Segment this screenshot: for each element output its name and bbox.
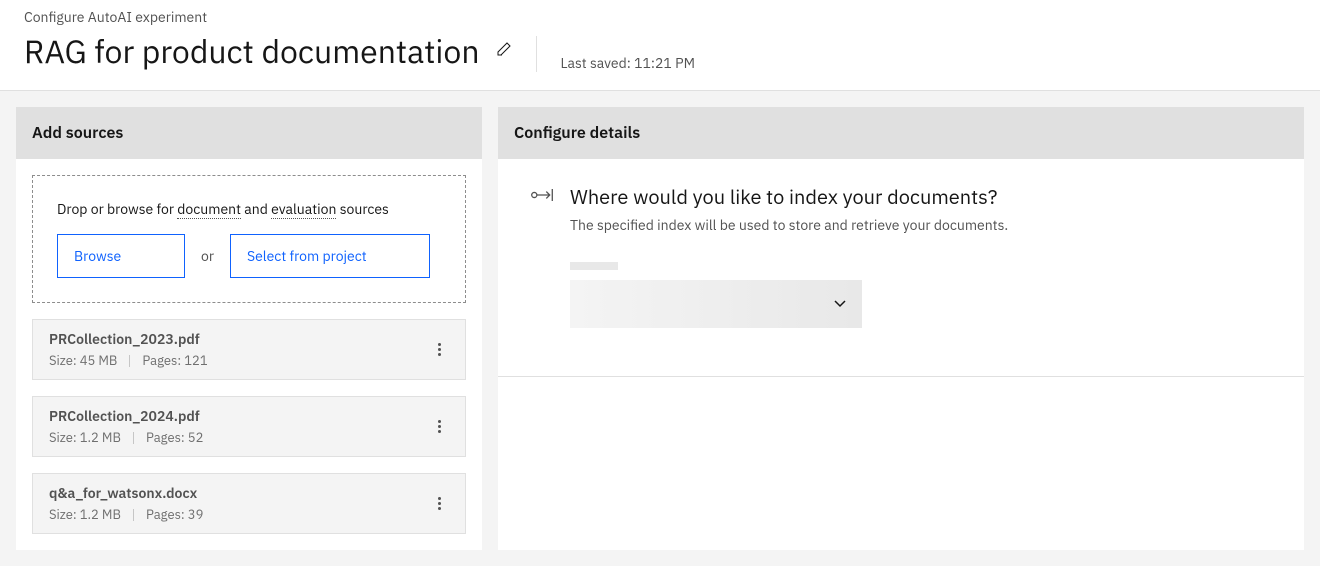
file-pages: Pages: 39 bbox=[146, 506, 203, 523]
main-content: Add sources Drop or browse for document … bbox=[0, 91, 1320, 566]
overflow-icon bbox=[438, 420, 441, 433]
file-size: Size: 1.2 MB bbox=[49, 429, 121, 446]
index-description: The specified index will be used to stor… bbox=[570, 216, 1272, 234]
skeleton-label bbox=[570, 262, 618, 270]
edit-icon bbox=[496, 41, 512, 57]
file-item: PRCollection_2023.pdf Size: 45 MB Pages:… bbox=[32, 319, 466, 380]
file-size: Size: 1.2 MB bbox=[49, 506, 121, 523]
browse-button[interactable]: Browse bbox=[57, 234, 185, 278]
file-name: q&a_for_watsonx.docx bbox=[49, 484, 203, 502]
file-name: PRCollection_2024.pdf bbox=[49, 407, 203, 425]
dropzone-instruction: Drop or browse for document and evaluati… bbox=[57, 200, 441, 218]
last-saved-text: Last saved: 11:21 PM bbox=[561, 54, 695, 72]
file-size: Size: 45 MB bbox=[49, 352, 117, 369]
index-question: Where would you like to index your docum… bbox=[570, 183, 1272, 210]
page-title: RAG for product documentation bbox=[24, 30, 480, 72]
file-item: PRCollection_2024.pdf Size: 1.2 MB Pages… bbox=[32, 396, 466, 457]
edit-title-button[interactable] bbox=[496, 41, 512, 62]
file-dropzone[interactable]: Drop or browse for document and evaluati… bbox=[32, 175, 466, 303]
document-link[interactable]: document bbox=[177, 200, 241, 219]
chevron-down-icon bbox=[834, 300, 846, 308]
configure-details-header: Configure details bbox=[498, 107, 1304, 159]
add-sources-header: Add sources bbox=[16, 107, 482, 159]
page-header: Configure AutoAI experiment RAG for prod… bbox=[0, 0, 1320, 90]
select-from-project-button[interactable]: Select from project bbox=[230, 234, 430, 278]
configure-details-panel: Configure details Where would you like t… bbox=[498, 107, 1304, 550]
file-list: PRCollection_2023.pdf Size: 45 MB Pages:… bbox=[32, 319, 466, 534]
file-overflow-menu[interactable] bbox=[430, 489, 449, 518]
file-name: PRCollection_2023.pdf bbox=[49, 330, 208, 348]
file-pages: Pages: 52 bbox=[146, 429, 203, 446]
index-icon bbox=[530, 185, 554, 205]
file-pages: Pages: 121 bbox=[142, 352, 207, 369]
vertical-divider bbox=[536, 36, 537, 72]
overflow-icon bbox=[438, 497, 441, 510]
or-label: or bbox=[201, 247, 214, 265]
overflow-icon bbox=[438, 343, 441, 356]
evaluation-link[interactable]: evaluation bbox=[271, 200, 336, 219]
file-item: q&a_for_watsonx.docx Size: 1.2 MB Pages:… bbox=[32, 473, 466, 534]
add-sources-panel: Add sources Drop or browse for document … bbox=[16, 107, 482, 550]
index-select-skeleton[interactable] bbox=[570, 280, 862, 328]
breadcrumb: Configure AutoAI experiment bbox=[24, 8, 512, 26]
file-overflow-menu[interactable] bbox=[430, 412, 449, 441]
file-overflow-menu[interactable] bbox=[430, 335, 449, 364]
